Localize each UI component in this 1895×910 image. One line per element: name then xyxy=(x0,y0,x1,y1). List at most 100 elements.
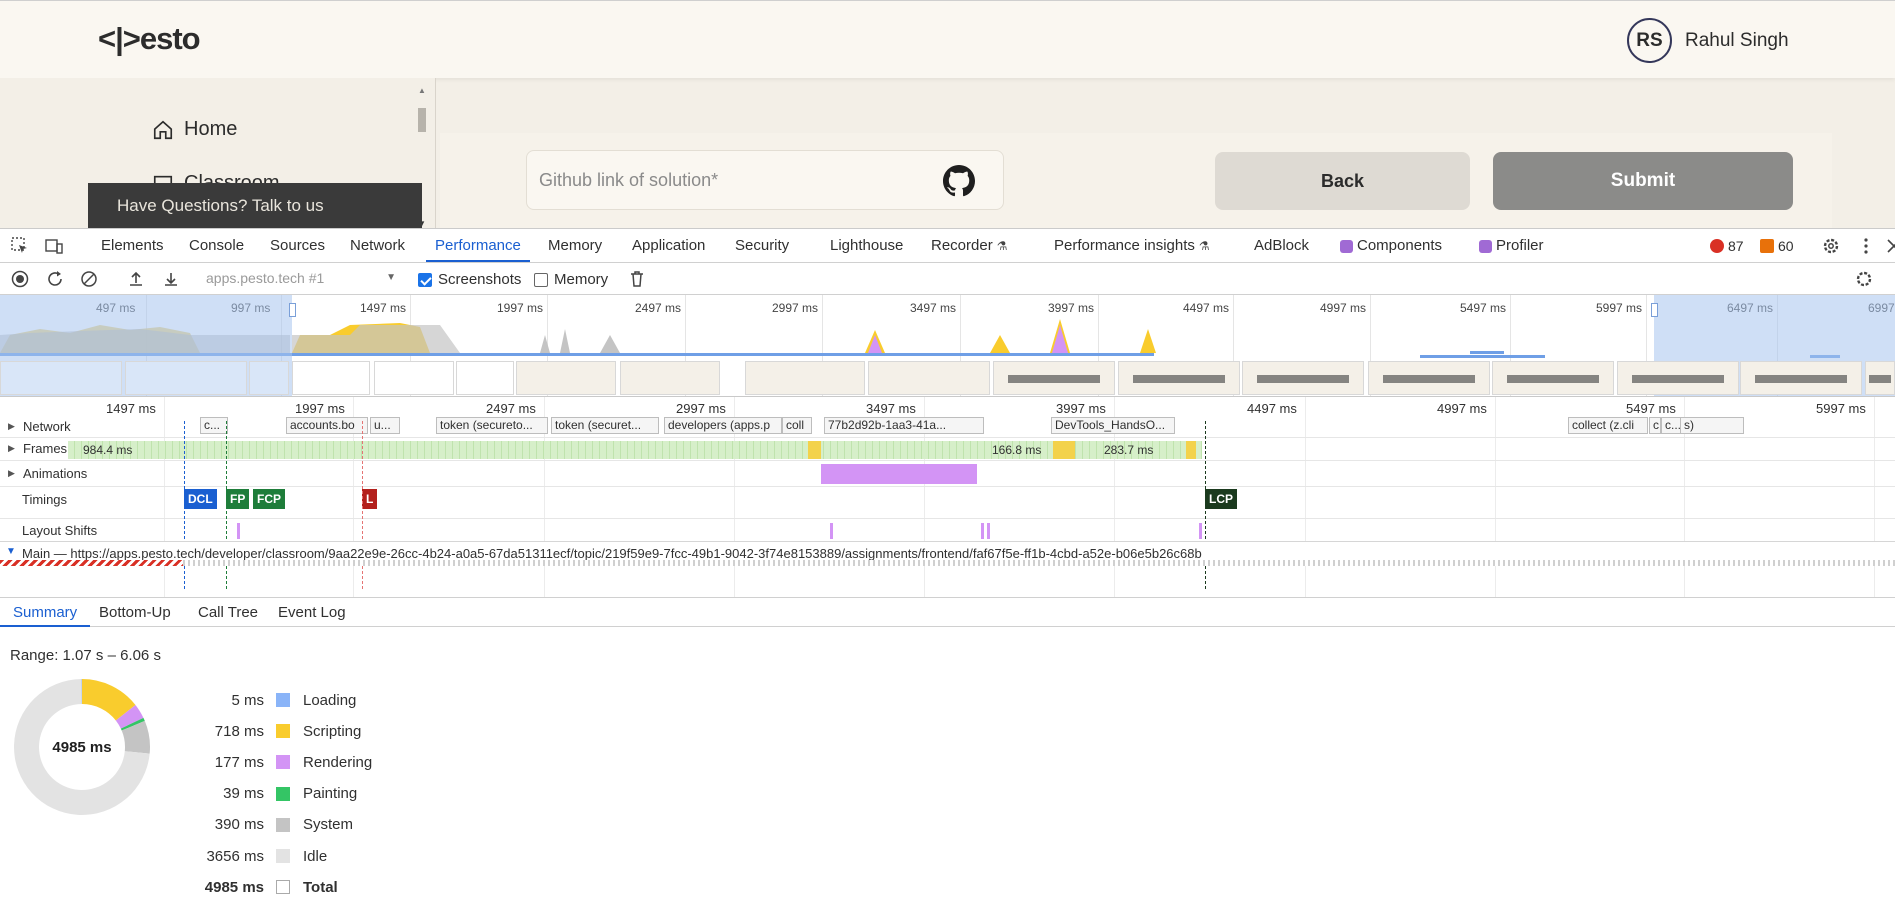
upload-profile-icon[interactable] xyxy=(127,270,145,288)
screenshot-thumbnail[interactable] xyxy=(745,361,865,395)
scroll-thumb[interactable] xyxy=(418,108,426,132)
screenshot-thumbnail[interactable] xyxy=(993,361,1115,395)
track-network[interactable]: ▶ Network xyxy=(8,419,71,434)
expand-triangle-icon[interactable]: ▶ xyxy=(8,421,18,432)
timing-lcp[interactable]: LCP xyxy=(1205,489,1237,509)
tab-elements[interactable]: Elements xyxy=(101,229,164,262)
questions-banner[interactable]: Have Questions? Talk to us xyxy=(88,183,422,228)
screenshot-thumbnail[interactable] xyxy=(1492,361,1614,395)
capture-settings-icon[interactable] xyxy=(1855,270,1873,288)
network-request-bar[interactable]: c xyxy=(1649,417,1661,434)
user-name[interactable]: Rahul Singh xyxy=(1685,30,1789,52)
layout-shift-mark[interactable] xyxy=(237,523,240,539)
expand-triangle-icon[interactable]: ▶ xyxy=(8,443,18,454)
screenshot-thumbnail[interactable] xyxy=(1118,361,1240,395)
tab-profiler[interactable]: Profiler xyxy=(1479,229,1544,262)
network-request-bar[interactable]: token (securet... xyxy=(551,417,659,434)
network-request-bar[interactable]: accounts.bo xyxy=(286,417,368,434)
flame-chart[interactable]: 1497 ms 1997 ms 2497 ms 2997 ms 3497 ms 3997 … xyxy=(0,397,1895,597)
submit-button[interactable]: Submit xyxy=(1493,152,1793,210)
screenshots-checkbox[interactable]: Screenshots xyxy=(418,271,521,288)
settings-gear-icon[interactable] xyxy=(1822,237,1840,255)
sidebar-item-home[interactable]: Home xyxy=(152,118,237,141)
tab-event-log[interactable]: Event Log xyxy=(278,598,346,627)
tab-call-tree[interactable]: Call Tree xyxy=(198,598,258,627)
network-request-bar[interactable]: developers (apps.p xyxy=(664,417,782,434)
screenshot-thumbnail[interactable] xyxy=(374,361,454,395)
device-toolbar-icon[interactable] xyxy=(45,237,63,255)
network-request-bar[interactable]: DevTools_HandsO... xyxy=(1051,417,1175,434)
network-request-bar[interactable]: collect (z.cli xyxy=(1568,417,1648,434)
screenshot-thumbnail[interactable] xyxy=(868,361,990,395)
network-request-bar[interactable]: coll xyxy=(782,417,812,434)
back-button[interactable]: Back xyxy=(1215,152,1470,210)
expand-triangle-icon[interactable]: ▶ xyxy=(8,468,18,479)
memory-checkbox[interactable]: Memory xyxy=(534,271,608,288)
tab-recorder[interactable]: Recorder ⚗ xyxy=(931,229,1007,262)
track-frames[interactable]: ▶ Frames xyxy=(8,441,67,456)
tab-performance[interactable]: Performance xyxy=(426,229,530,262)
timing-fp[interactable]: FP xyxy=(226,489,250,509)
screenshot-thumbnail[interactable] xyxy=(1368,361,1490,395)
screenshot-thumbnail[interactable] xyxy=(1740,361,1862,395)
tab-components[interactable]: Components xyxy=(1340,229,1442,262)
error-count-badge[interactable]: 87 xyxy=(1710,238,1744,254)
tab-adblock[interactable]: AdBlock xyxy=(1254,229,1309,262)
layout-shift-mark[interactable] xyxy=(830,523,833,539)
trash-icon[interactable] xyxy=(628,270,646,288)
avatar[interactable]: RS xyxy=(1627,18,1672,63)
profile-select[interactable]: apps.pesto.tech #1 ▼ xyxy=(206,270,396,290)
more-options-icon[interactable] xyxy=(1857,237,1875,255)
layout-shift-mark[interactable] xyxy=(1199,523,1202,539)
checkbox-checked[interactable] xyxy=(418,272,432,287)
tab-network[interactable]: Network xyxy=(350,229,405,262)
tab-performance-insights[interactable]: Performance insights ⚗ xyxy=(1054,229,1210,262)
tab-lighthouse[interactable]: Lighthouse xyxy=(830,229,903,262)
tab-summary[interactable]: Summary xyxy=(0,598,91,627)
screenshot-thumbnail[interactable] xyxy=(456,361,514,395)
screenshot-thumbnail[interactable] xyxy=(125,361,247,395)
tab-security[interactable]: Security xyxy=(735,229,789,262)
screenshot-thumbnail[interactable] xyxy=(0,361,122,395)
range-handle-left[interactable] xyxy=(289,303,296,317)
tab-memory[interactable]: Memory xyxy=(548,229,602,262)
screenshot-thumbnail[interactable] xyxy=(516,361,616,395)
track-main[interactable]: ▼ Main — https://apps.pesto.tech/develop… xyxy=(0,541,1895,566)
screenshot-thumbnail[interactable] xyxy=(1617,361,1739,395)
network-request-bar[interactable]: u... xyxy=(370,417,400,434)
reload-record-icon[interactable] xyxy=(46,270,64,288)
screenshot-thumbnail[interactable] xyxy=(292,361,370,395)
layout-shift-mark[interactable] xyxy=(981,523,984,539)
pesto-logo[interactable]: <|>esto xyxy=(98,21,201,57)
screenshot-thumbnail[interactable] xyxy=(1242,361,1364,395)
warning-count-badge[interactable]: 60 xyxy=(1760,238,1794,254)
animation-bar[interactable] xyxy=(821,464,977,484)
timing-fcp[interactable]: FCP xyxy=(253,489,285,509)
timing-dcl[interactable]: DCL xyxy=(184,489,217,509)
github-link-field[interactable]: Github link of solution* xyxy=(526,150,1004,210)
close-devtools-icon[interactable] xyxy=(1885,237,1895,255)
tab-sources[interactable]: Sources xyxy=(270,229,325,262)
network-request-bar[interactable]: token (secureto... xyxy=(436,417,548,434)
inspect-element-icon[interactable] xyxy=(11,237,29,255)
tab-console[interactable]: Console xyxy=(189,229,244,262)
collapse-triangle-icon[interactable]: ▼ xyxy=(6,546,16,557)
tab-bottom-up[interactable]: Bottom-Up xyxy=(99,598,171,627)
download-profile-icon[interactable] xyxy=(162,270,180,288)
record-icon[interactable] xyxy=(11,270,29,288)
screenshot-thumbnail[interactable] xyxy=(249,361,289,395)
screenshot-thumbnail[interactable] xyxy=(620,361,720,395)
checkbox-unchecked[interactable] xyxy=(534,272,548,287)
network-request-bar[interactable]: s) xyxy=(1680,417,1744,434)
clear-icon[interactable] xyxy=(80,270,98,288)
track-animations[interactable]: ▶ Animations xyxy=(8,466,87,481)
tab-application[interactable]: Application xyxy=(632,229,705,262)
range-handle-right[interactable] xyxy=(1651,303,1658,317)
timeline-overview[interactable]: 497 ms997 ms1497 ms1997 ms2497 ms2997 ms… xyxy=(0,295,1895,397)
timing-load[interactable]: L xyxy=(362,489,378,509)
network-request-bar[interactable]: 77b2d92b-1aa3-41a... xyxy=(824,417,984,434)
layout-shift-mark[interactable] xyxy=(987,523,990,539)
scroll-up-arrow-icon[interactable]: ▲ xyxy=(418,86,426,95)
screenshots-filmstrip[interactable] xyxy=(0,359,1895,395)
screenshot-thumbnail[interactable] xyxy=(1865,361,1895,395)
